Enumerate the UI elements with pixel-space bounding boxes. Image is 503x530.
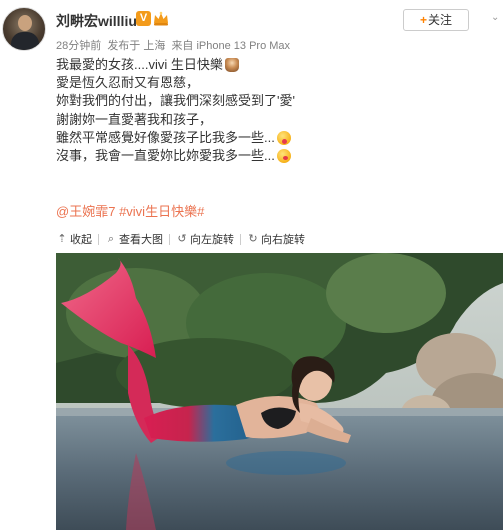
avatar-body [11, 32, 39, 50]
post-meta: 28分钟前 发布于 上海 来自 iPhone 13 Pro Max [56, 37, 293, 53]
collapse-button[interactable]: ⇡ 收起 [56, 231, 92, 247]
view-large-label: 查看大图 [119, 234, 163, 246]
avatar[interactable] [2, 7, 46, 51]
kiss-emoji-icon [276, 149, 291, 164]
rotate-left-icon: ↺ [177, 233, 187, 245]
hashtag-link[interactable]: #vivi生日快樂# [119, 204, 204, 219]
follow-label: 关注 [428, 13, 453, 27]
avatar-head [18, 15, 32, 31]
divider [169, 233, 170, 245]
post-line: 愛是恆久忍耐又有恩慈， [56, 75, 200, 91]
weibo-post: 刘畊宏willliu V +关注 ⌄ 28分钟前 发布于 上海 来自 iPhon… [0, 0, 503, 530]
divider [98, 233, 99, 245]
post-time[interactable]: 28分钟前 [56, 40, 101, 52]
plus-icon: + [419, 13, 427, 27]
tongue-out-emoji-icon [276, 130, 291, 145]
post-line: 沒事，我會一直愛妳比妳愛我多一些... [56, 147, 486, 165]
chevron-down-icon[interactable]: ⌄ [491, 13, 501, 23]
post-source: 来自 iPhone 13 Pro Max [171, 40, 291, 52]
collapse-up-icon: ⇡ [57, 233, 67, 245]
rotate-right-button[interactable]: ↻ 向右旋转 [247, 231, 305, 247]
mermaid-pool-photo [56, 253, 503, 530]
vip-badge-icon[interactable]: V [136, 11, 151, 26]
post-tags: @王婉霏7 #vivi生日快樂# [56, 201, 204, 220]
post-location: 发布于 上海 [107, 40, 166, 52]
follow-button[interactable]: +关注 [403, 9, 469, 31]
collapse-label: 收起 [70, 234, 92, 246]
post-content: 我最愛的女孩....vivi 生日快樂 愛是恆久忍耐又有恩慈， 妳對我們的付出，… [56, 56, 486, 165]
rotate-left-label: 向左旋转 [190, 234, 234, 246]
mention-link[interactable]: @王婉霏7 [56, 204, 115, 219]
post-line: 妳對我們的付出，讓我們深刻感受到了'愛' [56, 93, 295, 109]
view-large-button[interactable]: ⌕ 查看大图 [105, 231, 163, 247]
post-line: 謝謝妳一直愛著我和孩子， [56, 111, 213, 127]
post-line: 雖然平常感覺好像愛孩子比我多一些... [56, 129, 486, 147]
rotate-right-icon: ↻ [248, 233, 258, 245]
username[interactable]: 刘畊宏willliu [56, 11, 137, 31]
post-photo[interactable] [56, 253, 503, 530]
divider [240, 233, 241, 245]
crown-level-icon[interactable] [152, 10, 170, 27]
cake-emoji-icon [224, 58, 239, 73]
rotate-right-label: 向右旋转 [261, 234, 305, 246]
rotate-left-button[interactable]: ↺ 向左旋转 [176, 231, 234, 247]
magnifier-icon: ⌕ [107, 233, 115, 245]
post-line: 我最愛的女孩....vivi 生日快樂 [56, 56, 486, 74]
image-action-bar: ⇡ 收起 ⌕ 查看大图 ↺ 向左旋转 ↻ 向右旋转 [56, 230, 305, 248]
